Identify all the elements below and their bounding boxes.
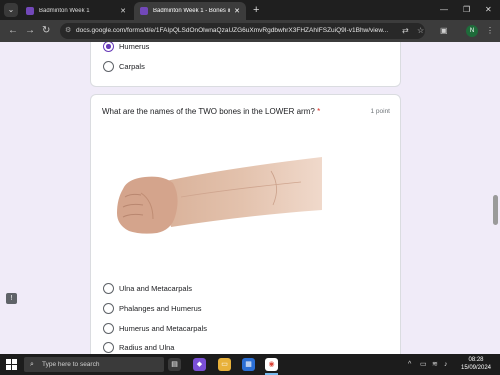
chrome-icon[interactable]: ◉: [265, 358, 278, 371]
question-title: What are the names of the TWO bones in t…: [102, 107, 320, 116]
url-text: docs.google.com/forms/d/e/1FAIpQLSdOnOlw…: [76, 27, 389, 34]
forms-favicon-icon: [26, 7, 34, 15]
tab-badminton-week-1[interactable]: Badminton Week 1 ✕: [20, 2, 132, 20]
radio-phalanges-humerus[interactable]: [103, 303, 114, 314]
tab-title: Badminton Week 1 - Bones in t: [153, 8, 231, 14]
search-placeholder: Type here to search: [42, 361, 100, 368]
required-asterisk: *: [317, 107, 321, 116]
radio-carpals[interactable]: [103, 61, 114, 72]
tab-strip: ⌄ Badminton Week 1 ✕ Badminton Week 1 - …: [0, 0, 500, 20]
taskbar-search-box[interactable]: ⌕ Type here to search: [24, 357, 164, 372]
address-bar[interactable]: ⚙ docs.google.com/forms/d/e/1FAIpQLSdOnO…: [60, 23, 425, 39]
bookmark-star-icon[interactable]: ☆: [417, 25, 424, 37]
question-text: What are the names of the TWO bones in t…: [102, 107, 315, 116]
extensions-icon[interactable]: ▣: [440, 25, 448, 37]
tab-close-icon[interactable]: ✕: [234, 7, 240, 15]
option-label: Ulna and Metacarpals: [119, 284, 192, 293]
windows-taskbar: ⌕ Type here to search ▤ ◆ ▭ ▦ ◉ ^ ▭ ≋ ♪ …: [0, 354, 500, 375]
windows-start-icon[interactable]: [6, 359, 17, 370]
back-arrow-icon[interactable]: ←: [8, 24, 18, 38]
option-label: Humerus: [119, 42, 150, 51]
search-icon: ⌕: [30, 361, 34, 368]
feedback-icon[interactable]: !: [6, 293, 17, 304]
new-tab-button[interactable]: +: [253, 3, 259, 17]
option-label: Carpals: [119, 62, 145, 71]
option-label: Humerus and Metacarpals: [119, 324, 207, 333]
clock-date: 15/09/2024: [460, 365, 492, 371]
system-clock[interactable]: 08:28 15/09/2024: [456, 356, 496, 372]
form-page: Humerus Carpals What are the names of th…: [0, 42, 500, 354]
points-label: 1 point: [370, 108, 390, 115]
tab-search-chevron-icon[interactable]: ⌄: [4, 3, 18, 17]
wifi-icon[interactable]: ≋: [432, 359, 438, 370]
clock-time: 08:28: [468, 357, 484, 363]
forward-arrow-icon[interactable]: →: [25, 24, 35, 38]
question-card: What are the names of the TWO bones in t…: [90, 94, 401, 354]
copilot-icon[interactable]: ◆: [193, 358, 206, 371]
radio-humerus[interactable]: [103, 42, 114, 52]
site-info-icon[interactable]: ⚙: [65, 23, 71, 39]
forearm-image: [101, 127, 326, 277]
tab-close-icon[interactable]: ✕: [120, 7, 126, 15]
forms-favicon-icon: [140, 7, 148, 15]
browser-toolbar: ← → ↻ ⚙ docs.google.com/forms/d/e/1FAIpQ…: [0, 20, 500, 42]
tab-active-bones[interactable]: Badminton Week 1 - Bones in t ✕: [134, 2, 246, 20]
option-label: Radius and Ulna: [119, 343, 175, 352]
translate-icon[interactable]: ⇄: [402, 25, 409, 37]
scrollbar-thumb[interactable]: [493, 195, 498, 225]
maximize-button[interactable]: ❐: [463, 3, 470, 17]
tab-title: Badminton Week 1: [39, 8, 90, 14]
option-label: Phalanges and Humerus: [119, 304, 202, 313]
close-window-button[interactable]: ✕: [485, 3, 492, 17]
network-icon[interactable]: ▭: [420, 359, 427, 370]
menu-kebab-icon[interactable]: ⋮: [486, 25, 494, 37]
radio-humerus-metacarpals[interactable]: [103, 323, 114, 334]
task-view-icon[interactable]: ▤: [168, 358, 181, 371]
radio-radius-ulna[interactable]: [103, 342, 114, 353]
profile-avatar[interactable]: N: [466, 25, 478, 37]
tray-chevron-icon[interactable]: ^: [408, 359, 411, 370]
store-icon[interactable]: ▦: [242, 358, 255, 371]
volume-icon[interactable]: ♪: [444, 359, 448, 370]
reload-icon[interactable]: ↻: [42, 24, 50, 38]
radio-ulna-metacarpals[interactable]: [103, 283, 114, 294]
previous-question-card: Humerus Carpals: [90, 42, 401, 87]
minimize-button[interactable]: —: [440, 3, 448, 17]
file-explorer-icon[interactable]: ▭: [218, 358, 231, 371]
